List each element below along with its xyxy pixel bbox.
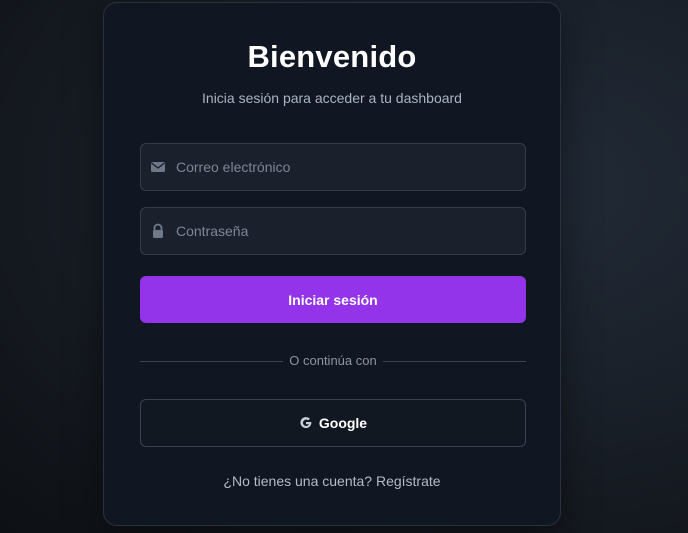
login-button[interactable]: Iniciar sesión xyxy=(140,276,526,323)
signup-question: ¿No tienes una cuenta? xyxy=(223,473,373,489)
envelope-icon xyxy=(150,159,166,175)
password-field[interactable] xyxy=(140,207,526,255)
google-icon xyxy=(299,416,313,430)
divider-line-right xyxy=(383,361,526,362)
email-input[interactable] xyxy=(176,144,516,190)
signup-prompt: ¿No tienes una cuenta? Regístrate xyxy=(104,473,560,489)
google-login-button[interactable]: Google xyxy=(140,399,526,447)
page-subtitle: Inicia sesión para acceder a tu dashboar… xyxy=(202,90,462,106)
password-input[interactable] xyxy=(176,208,516,254)
lock-icon xyxy=(150,223,166,239)
email-field[interactable] xyxy=(140,143,526,191)
google-button-label: Google xyxy=(318,415,368,431)
signup-link[interactable]: Regístrate xyxy=(376,473,441,489)
login-card: Bienvenido Inicia sesión para acceder a … xyxy=(103,2,561,526)
page-title: Bienvenido xyxy=(247,39,417,74)
divider: O continúa con xyxy=(140,353,526,369)
